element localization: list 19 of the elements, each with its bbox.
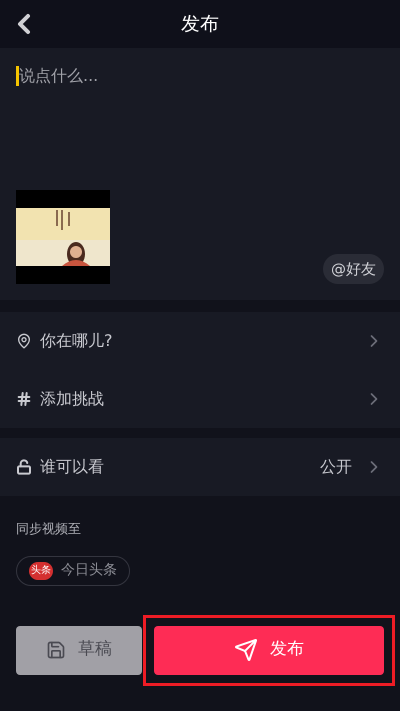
hash-icon <box>16 391 32 407</box>
pin-icon <box>16 333 32 349</box>
sync-title: 同步视频至 <box>16 521 82 539</box>
save-icon <box>46 640 66 660</box>
privacy-row[interactable]: 谁可以看 公开 <box>0 438 400 496</box>
app-logo-icon: 头条 <box>29 562 53 580</box>
caption-field[interactable]: 说点什么... <box>19 64 384 88</box>
publish-button[interactable]: 发布 <box>154 626 384 674</box>
send-icon <box>234 638 258 662</box>
unlock-icon <box>16 459 32 475</box>
option-row[interactable]: 添加挑战 <box>0 370 400 428</box>
sync-chip[interactable]: 头条 今日头条 <box>16 556 130 586</box>
row-label: 你在哪儿? <box>40 330 112 352</box>
option-row[interactable]: 你在哪儿? <box>0 312 400 370</box>
mention-button[interactable]: @好友 <box>323 254 384 284</box>
row-value: 公开 <box>320 456 352 478</box>
row-label: 添加挑战 <box>40 388 104 410</box>
page-title: 发布 <box>181 12 219 37</box>
row-label: 谁可以看 <box>40 456 104 478</box>
